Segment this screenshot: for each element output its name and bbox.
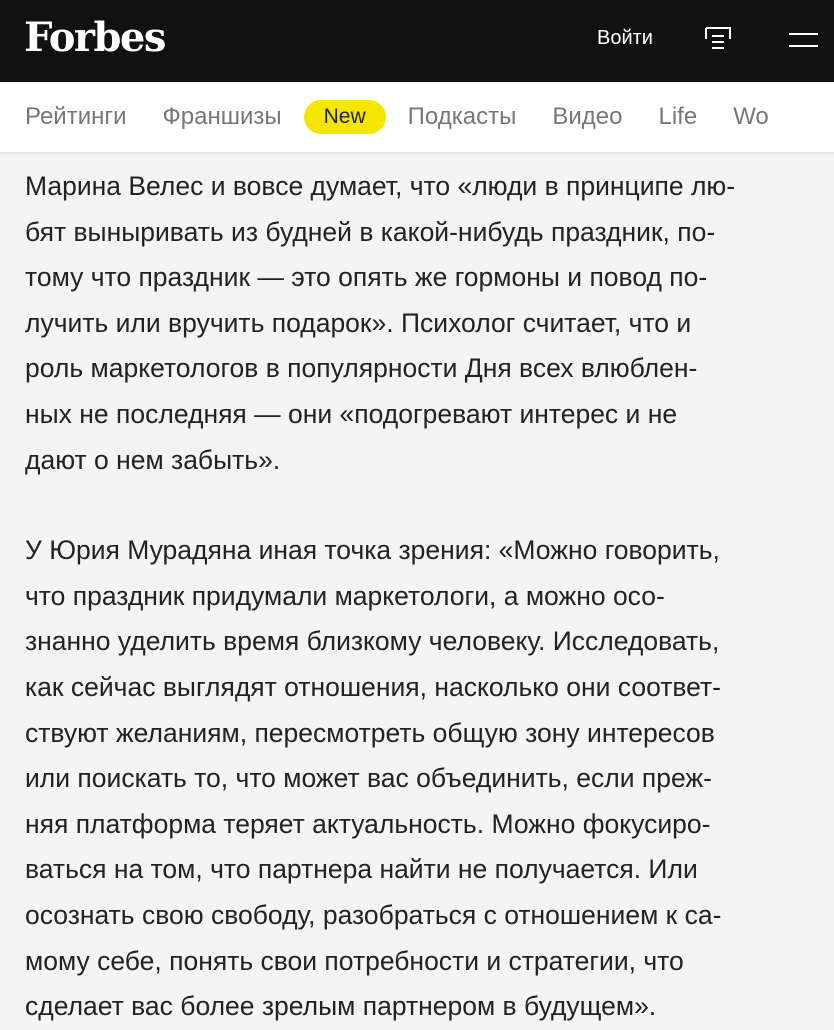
nav-item-new-badge[interactable]: New xyxy=(303,100,386,134)
login-button[interactable]: Войти xyxy=(597,27,653,50)
text-line: тому что праздник — это опять же гормоны… xyxy=(25,262,708,293)
hamburger-icon[interactable] xyxy=(789,33,818,47)
paragraph: Марина Велес и вовсе думает, что «люди в… xyxy=(25,164,834,483)
nav-item-franchises[interactable]: Франшизы xyxy=(163,103,282,131)
text-line: няя платформа теряет актуальность. Можно… xyxy=(25,808,711,839)
nav-item-life[interactable]: Life xyxy=(658,103,697,131)
text-line: ствуют желаниям, пересмотреть общую зону… xyxy=(25,717,715,748)
text-line: знанно уделить время близкому человеку. … xyxy=(25,626,720,657)
article-body: Марина Велес и вовсе думает, что «люди в… xyxy=(0,154,834,1030)
text-line: У Юрия Мурадяна иная точка зрения: «Можн… xyxy=(25,535,720,566)
section-nav: Рейтинги Франшизы New Подкасты Видео Lif… xyxy=(0,82,834,154)
nav-item-podcasts[interactable]: Подкасты xyxy=(408,103,517,131)
nav-item-video[interactable]: Видео xyxy=(552,103,622,131)
forbes-logo[interactable]: Forbes xyxy=(24,14,166,61)
text-line: как сейчас выглядят отношения, насколько… xyxy=(25,671,721,702)
text-line: ных не последняя — они «подогревают инте… xyxy=(25,398,678,429)
text-line: мому себе, понять свои потребности и стр… xyxy=(25,945,684,976)
paragraph: У Юрия Мурадяна иная точка зрения: «Можн… xyxy=(25,528,834,1030)
text-line: лучить или вручить подарок». Психолог сч… xyxy=(25,307,692,338)
text-line: сделает вас более зрелым партнером в буд… xyxy=(25,991,657,1022)
top-header: Forbes Войти xyxy=(0,0,834,82)
text-line: дают о нем забыть». xyxy=(25,444,281,475)
text-line: бят выныривать из будней в какой-нибудь … xyxy=(25,216,716,247)
nav-item-ratings[interactable]: Рейтинги xyxy=(25,103,127,131)
text-line: роль маркетологов в популярности Дня все… xyxy=(25,353,698,384)
text-line: осознать свою свободу, разобраться с отн… xyxy=(25,899,722,930)
nav-item-women[interactable]: Wo xyxy=(733,103,769,131)
text-line: ваться на том, что партнера найти не пол… xyxy=(25,854,698,885)
text-line: Марина Велес и вовсе думает, что «люди в… xyxy=(25,171,736,201)
magazine-icon[interactable] xyxy=(705,27,731,52)
text-line: или поискать то, что может вас объединит… xyxy=(25,763,712,794)
text-line: что праздник придумали маркетологи, а мо… xyxy=(25,580,665,611)
